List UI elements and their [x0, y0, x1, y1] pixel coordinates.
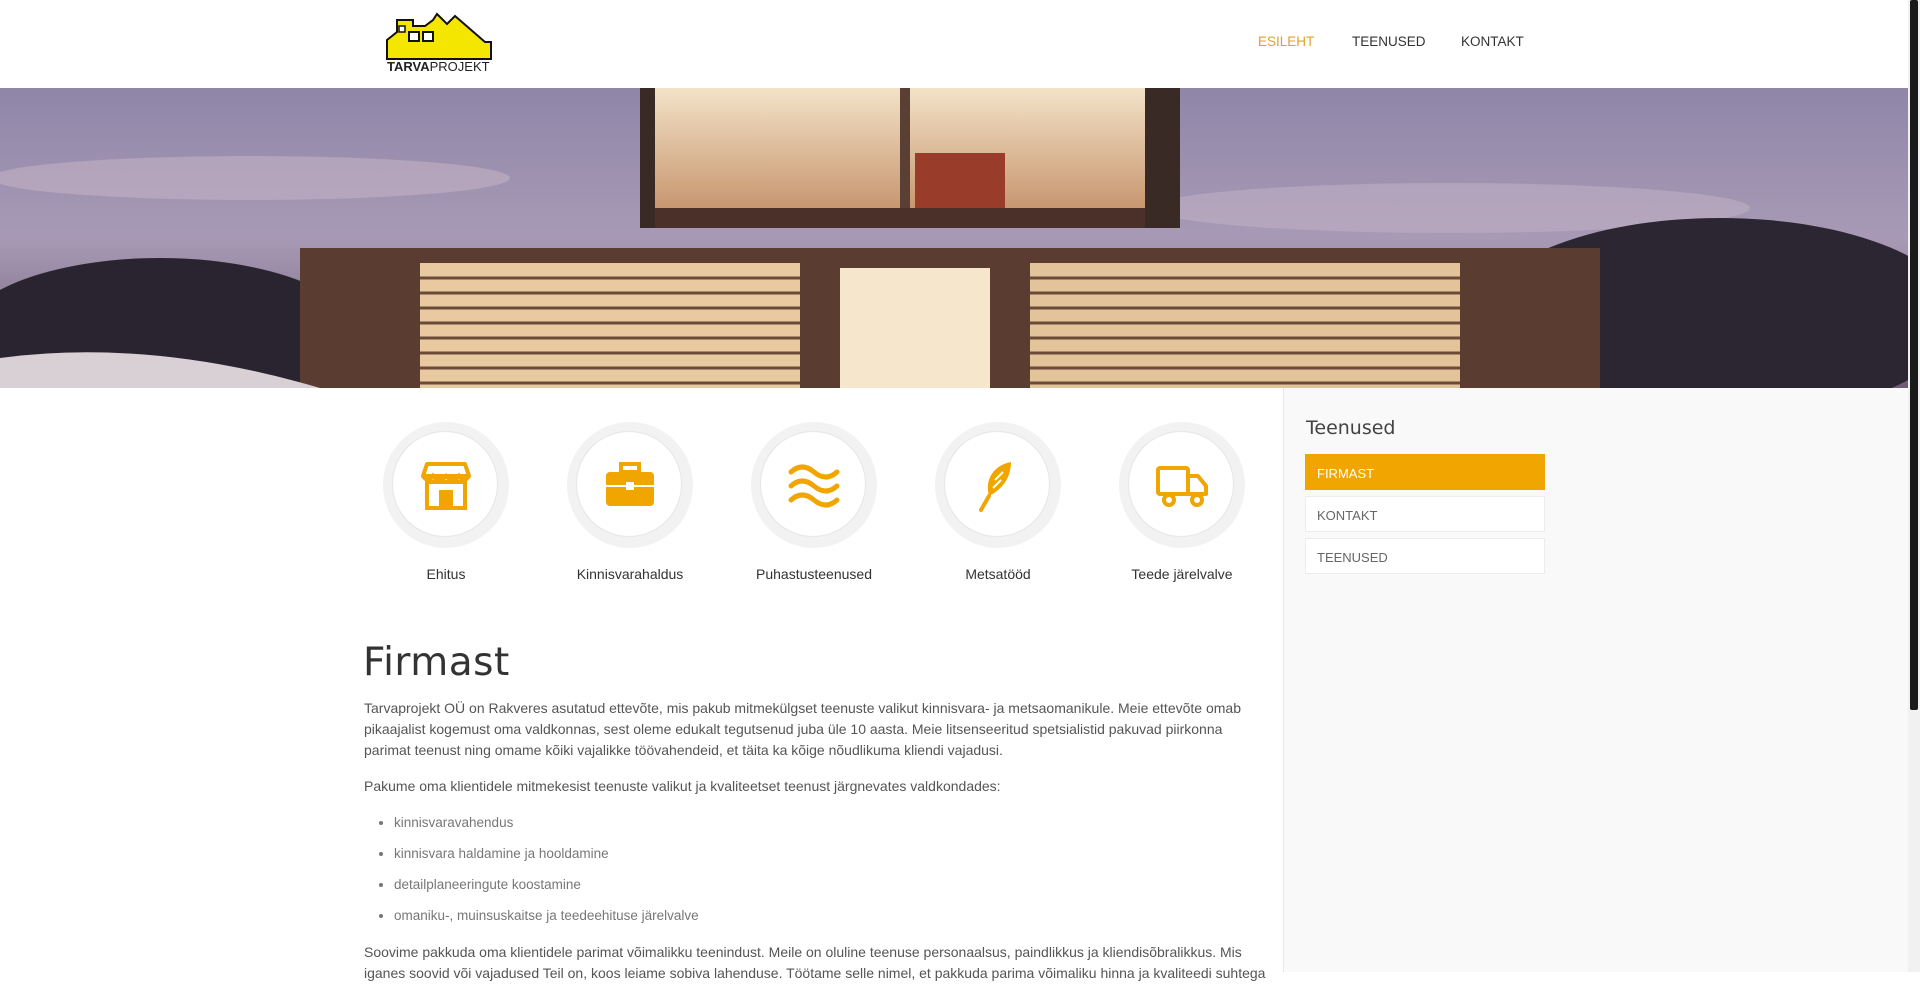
list-item: kinnisvaravahendus	[394, 814, 699, 845]
list-item: kinnisvara haldamine ja hooldamine	[394, 845, 699, 876]
article-paragraph-1: Tarvaprojekt OÜ on Rakveres asutatud ett…	[364, 700, 1241, 758]
service-puhastusteenused[interactable]: Puhastusteenused	[749, 422, 879, 582]
truck-icon	[1156, 466, 1208, 507]
service-metsatood[interactable]: Metsatööd	[933, 422, 1063, 582]
service-label: Puhastusteenused	[756, 566, 872, 582]
article-paragraph-2: Pakume oma klientidele mitmekesist teenu…	[364, 778, 1001, 794]
service-teede-jarelvalve[interactable]: Teede järelvalve	[1117, 422, 1247, 582]
nav-kontakt[interactable]: KONTAKT	[1461, 34, 1524, 49]
list-item: detailplaneeringute koostamine	[394, 876, 699, 907]
logo-text: TARVAPROJEKT	[387, 59, 490, 74]
service-circle	[751, 422, 877, 548]
list-item: omaniku-, muinsuskaitse ja teedeehituse …	[394, 907, 699, 938]
service-label: Metsatööd	[965, 566, 1031, 582]
site-header: TARVAPROJEKT ESILEHT TEENUSED KONTAKT	[0, 0, 1908, 88]
service-circle	[1119, 422, 1245, 548]
site-logo[interactable]: TARVAPROJEKT	[385, 12, 495, 74]
scrollbar-thumb[interactable]	[1910, 0, 1918, 710]
nav-esileht[interactable]: ESILEHT	[1258, 34, 1314, 49]
logo-house-icon	[386, 12, 492, 60]
service-label: Teede järelvalve	[1131, 566, 1233, 582]
briefcase-icon	[606, 462, 654, 506]
service-circle	[383, 422, 509, 548]
hero-banner-image	[0, 88, 1908, 388]
sidebar-item-kontakt[interactable]: KONTAKT	[1305, 496, 1545, 532]
nav-teenused[interactable]: TEENUSED	[1352, 34, 1426, 49]
hero-house-illustration	[0, 88, 1908, 388]
services-list: kinnisvaravahendus kinnisvara haldamine …	[376, 814, 699, 938]
service-label: Kinnisvarahaldus	[576, 566, 684, 582]
sidebar-title: Teenused	[1306, 417, 1396, 439]
waves-icon	[788, 464, 840, 508]
service-circle	[567, 422, 693, 548]
service-label: Ehitus	[426, 566, 466, 582]
sidebar-item-firmast[interactable]: FIRMAST	[1305, 454, 1545, 490]
service-circle	[935, 422, 1061, 548]
page-title: Firmast	[363, 640, 510, 685]
feather-icon	[979, 462, 1011, 512]
store-icon	[421, 462, 471, 510]
service-ehitus[interactable]: Ehitus	[381, 422, 511, 582]
sidebar-item-teenused[interactable]: TEENUSED	[1305, 538, 1545, 574]
service-kinnisvarahaldus[interactable]: Kinnisvarahaldus	[565, 422, 695, 582]
article-paragraph-3: Soovime pakkuda oma klientidele parimat …	[364, 944, 1266, 981]
